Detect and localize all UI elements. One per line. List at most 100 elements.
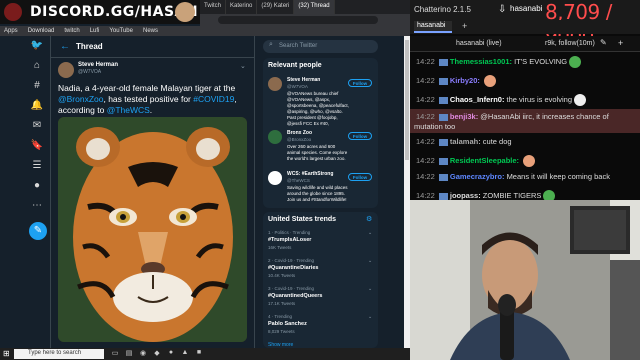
person-avatar[interactable] [268, 77, 282, 91]
home-icon[interactable]: ⌂ [28, 60, 46, 74]
bookmark-item[interactable]: Lufi [90, 26, 100, 36]
trend-name[interactable]: #TrumpIsALoser [268, 237, 311, 243]
person-handle[interactable]: @BronxZoo [287, 137, 311, 142]
messages-icon[interactable]: ✉ [28, 120, 46, 134]
lists-icon[interactable]: ☰ [28, 160, 46, 174]
windows-start-icon[interactable]: ⊞ [3, 349, 10, 358]
trend-name[interactable]: #QuarantineDiaries [268, 265, 318, 271]
person-avatar[interactable] [268, 130, 282, 144]
chat-channel-status: hasanabi (live) [456, 40, 502, 47]
trend-name[interactable]: #QuarantinedQueers [268, 293, 322, 299]
more-icon[interactable]: ⋯ [28, 200, 46, 214]
download-icon[interactable]: ⇩ [498, 4, 506, 15]
tweet-text-part: , [234, 94, 237, 104]
scrollbar-thumb[interactable] [405, 40, 409, 160]
bookmarks-icon[interactable]: 🔖 [28, 140, 46, 154]
notifications-icon[interactable]: 🔔 [28, 100, 46, 114]
chevron-down-icon[interactable]: ⌄ [368, 258, 372, 264]
person-handle[interactable]: @W7VOA [287, 84, 308, 89]
app-icon[interactable]: ● [166, 349, 176, 359]
edit-icon[interactable]: ✎ [600, 38, 607, 47]
twitter-logo-icon[interactable]: 🐦 [28, 40, 46, 54]
chat-emote-icon [483, 75, 496, 87]
task-view-icon[interactable]: ▭ [110, 349, 120, 359]
chat-message-text: @HasanAbi iirc, it increases chance of [480, 112, 609, 121]
chat-message-text: Means it will keep coming back [506, 172, 610, 181]
follow-button[interactable]: Follow [348, 173, 372, 181]
hashtag-link[interactable]: #COVID19 [193, 94, 234, 104]
bookmarks-bar: Apps Download twitch Lufi YouTube News [0, 26, 410, 36]
person-name[interactable]: Steve Herman [287, 77, 320, 83]
app-icon[interactable]: ◆ [152, 349, 162, 359]
person-handle[interactable]: @TheWCS [287, 178, 310, 183]
chat-tab-hasanabi[interactable]: hasanabi [414, 21, 452, 33]
chevron-down-icon[interactable]: ⌄ [368, 230, 372, 236]
tweet-text-part: Nadia, a 4-year-old female Malayan tiger… [58, 83, 236, 93]
chat-username[interactable]: Themessias1001: [450, 57, 514, 66]
chat-timestamp: 14:22 [416, 94, 437, 104]
browser-tab[interactable]: (29) Kateri [257, 0, 295, 14]
subscriber-badge-icon [438, 58, 448, 66]
add-split-icon[interactable]: + [618, 38, 623, 48]
compose-tweet-button[interactable]: ✎ [29, 222, 47, 240]
chat-timestamp: 14:22 [416, 172, 437, 181]
browser-tab-active[interactable]: (32) Thread [294, 0, 335, 14]
chat-message-text: mutation too [414, 122, 456, 131]
chat-username[interactable]: Chaos_Infern0: [450, 95, 507, 104]
chat-username[interactable]: talamah: [450, 137, 483, 146]
trend-name[interactable]: Pablo Sanchez [268, 321, 307, 327]
chat-message[interactable]: 14:22 ResidentSleepable: [416, 155, 536, 167]
person-name[interactable]: WCS: #EarthStrong [287, 171, 333, 177]
add-tab-icon[interactable]: + [462, 21, 467, 31]
author-handle[interactable]: @W7VOA [78, 69, 101, 75]
file-explorer-icon[interactable]: ▤ [124, 349, 134, 359]
browser-tab[interactable]: Twitch [200, 0, 227, 14]
follow-button[interactable]: Follow [348, 79, 372, 87]
mention-link[interactable]: @BronxZoo [58, 94, 103, 104]
mention-link[interactable]: @TheWCS [107, 105, 150, 115]
chrome-icon[interactable]: ◉ [138, 349, 148, 359]
app-icon[interactable]: ■ [194, 349, 204, 359]
person-avatar[interactable] [268, 171, 282, 185]
chat-message[interactable]: 14:22 Chaos_Infern0: the virus is evolvi… [416, 94, 586, 106]
bookmark-item[interactable]: Download [28, 26, 55, 36]
chat-message-text: IT'S EVOLVING [514, 56, 568, 66]
chevron-down-icon[interactable]: ⌄ [368, 286, 372, 292]
profile-icon[interactable]: ● [28, 180, 46, 194]
back-arrow-icon[interactable]: ← [60, 41, 70, 52]
chat-message[interactable]: 14:22 Gamecrazybro: Means it will keep c… [416, 172, 610, 181]
chat-username[interactable]: joopass: [450, 191, 483, 200]
chat-username[interactable]: ResidentSleepable: [450, 156, 521, 165]
chevron-down-icon[interactable]: ⌄ [240, 62, 246, 70]
chat-message[interactable]: 14:22 Kirby20: [416, 75, 496, 87]
author-name[interactable]: Steve Herman [78, 62, 118, 68]
chat-message[interactable]: mutation too [414, 122, 456, 131]
chat-username[interactable]: Kirby20: [450, 76, 482, 85]
tiger-photo[interactable] [58, 117, 247, 342]
person-name[interactable]: Bronx Zoo [287, 130, 312, 136]
chevron-down-icon[interactable]: ⌄ [368, 314, 372, 320]
bookmark-item[interactable]: twitch [64, 26, 79, 36]
chat-message[interactable]: 14:22 Themessias1001: IT'S EVOLVING [416, 56, 582, 68]
explore-icon[interactable]: # [28, 80, 46, 94]
search-icon: ⌕ [269, 41, 273, 48]
browser-tab[interactable]: Katerino [226, 0, 258, 14]
tweet-text: Nadia, a 4-year-old female Malayan tiger… [58, 83, 248, 116]
chat-username[interactable]: Gamecrazybro: [450, 172, 507, 181]
chat-username[interactable]: benji3k: [450, 112, 480, 121]
author-avatar[interactable] [58, 62, 74, 78]
bookmark-item[interactable]: YouTube [109, 26, 133, 36]
chat-message[interactable]: 14:22 benji3k: @HasanAbi iirc, it increa… [416, 112, 609, 121]
gear-icon[interactable]: ⚙ [366, 215, 372, 223]
person-bio: Over 260 acres and 600 animal species. C… [287, 144, 348, 161]
chat-message[interactable]: 14:22 talamah: cute dog [416, 137, 512, 146]
channel-name: hasanabi [510, 4, 543, 13]
trend-meta: 3 · Covid-19 · Trending [268, 286, 315, 291]
app-icon[interactable]: ▲ [180, 349, 190, 359]
chat-timestamp: 14:22 [416, 56, 437, 66]
bookmark-item[interactable]: News [143, 26, 158, 36]
follow-button[interactable]: Follow [348, 132, 372, 140]
bookmark-item[interactable]: Apps [4, 26, 18, 36]
address-bar[interactable] [218, 16, 378, 24]
trend-count: 16K Tweets [268, 245, 292, 250]
